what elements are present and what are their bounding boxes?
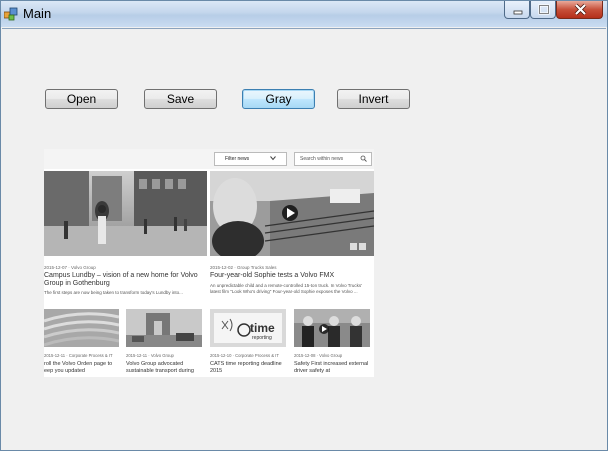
image-search-placeholder: Search within news <box>300 156 344 162</box>
small-headline-1: roll the Volvo Orden page to eep you upd… <box>44 361 113 374</box>
featured-headline-2: Four-year-old Sophie tests a Volvo FMX <box>210 272 335 279</box>
small-meta-4: 2015-12-08 · Volvo Group <box>294 353 343 358</box>
maximize-button[interactable] <box>530 1 556 19</box>
close-icon <box>574 3 587 16</box>
image-search-box: Search within news <box>294 152 372 166</box>
image-filter-dropdown: Filter news <box>214 152 287 166</box>
news-thumb-1 <box>44 309 119 347</box>
picture-box: Filter news Search within news 2015-12-0… <box>44 149 374 377</box>
open-button[interactable]: Open <box>45 89 118 109</box>
image-topbar: Filter news Search within news <box>44 149 374 169</box>
cats-time-reporting-logo: time reporting <box>210 309 286 347</box>
campus-lundby-photo <box>44 171 207 256</box>
invert-button[interactable]: Invert <box>337 89 410 109</box>
sophie-truck-photo <box>210 171 374 256</box>
featured-desc-1: The first steps are now being taken to t… <box>44 290 183 295</box>
small-headline-4: Safety First increased external driver s… <box>294 361 369 374</box>
featured-meta-2: 2015-12-02 · Group Trucks Sales <box>210 265 277 270</box>
winforms-app-icon <box>4 7 18 21</box>
cats-logo-subtext: reporting <box>252 335 272 341</box>
small-headline-2: Volvo Group advocated sustainable transp… <box>126 361 194 374</box>
featured-headline-1: Campus Lundby – vision of a new home for… <box>44 272 198 287</box>
small-meta-1: 2015-12-11 · Corporate Process & IT <box>44 353 113 358</box>
news-thumb-4 <box>294 309 370 347</box>
cats-logo-text: time <box>250 321 275 335</box>
image-filter-label: Filter news <box>225 156 250 162</box>
small-meta-3: 2015-12-10 · Corporate Process & IT <box>210 353 279 358</box>
small-meta-2: 2015-12-11 · Volvo Group <box>126 353 174 358</box>
chevron-down-icon <box>270 156 276 161</box>
minimize-button[interactable] <box>504 1 530 19</box>
small-headline-3: CATS time reporting deadline 2015 <box>210 361 282 374</box>
title-bar[interactable]: Main <box>1 1 607 27</box>
maximize-icon <box>538 4 550 15</box>
close-button[interactable] <box>556 1 603 19</box>
news-thumb-2 <box>126 309 202 347</box>
minimize-icon <box>513 10 523 15</box>
featured-meta-1: 2015-12-07 · Volvo Group <box>44 265 96 270</box>
featured-desc-2: An unpredictable child and a remote-cont… <box>210 283 362 294</box>
save-button[interactable]: Save <box>144 89 217 109</box>
window-title: Main <box>23 6 52 21</box>
main-window: Main Open Save Gray Invert Filter news S… <box>0 0 608 451</box>
gray-button[interactable]: Gray <box>242 89 315 109</box>
search-icon <box>360 155 367 162</box>
